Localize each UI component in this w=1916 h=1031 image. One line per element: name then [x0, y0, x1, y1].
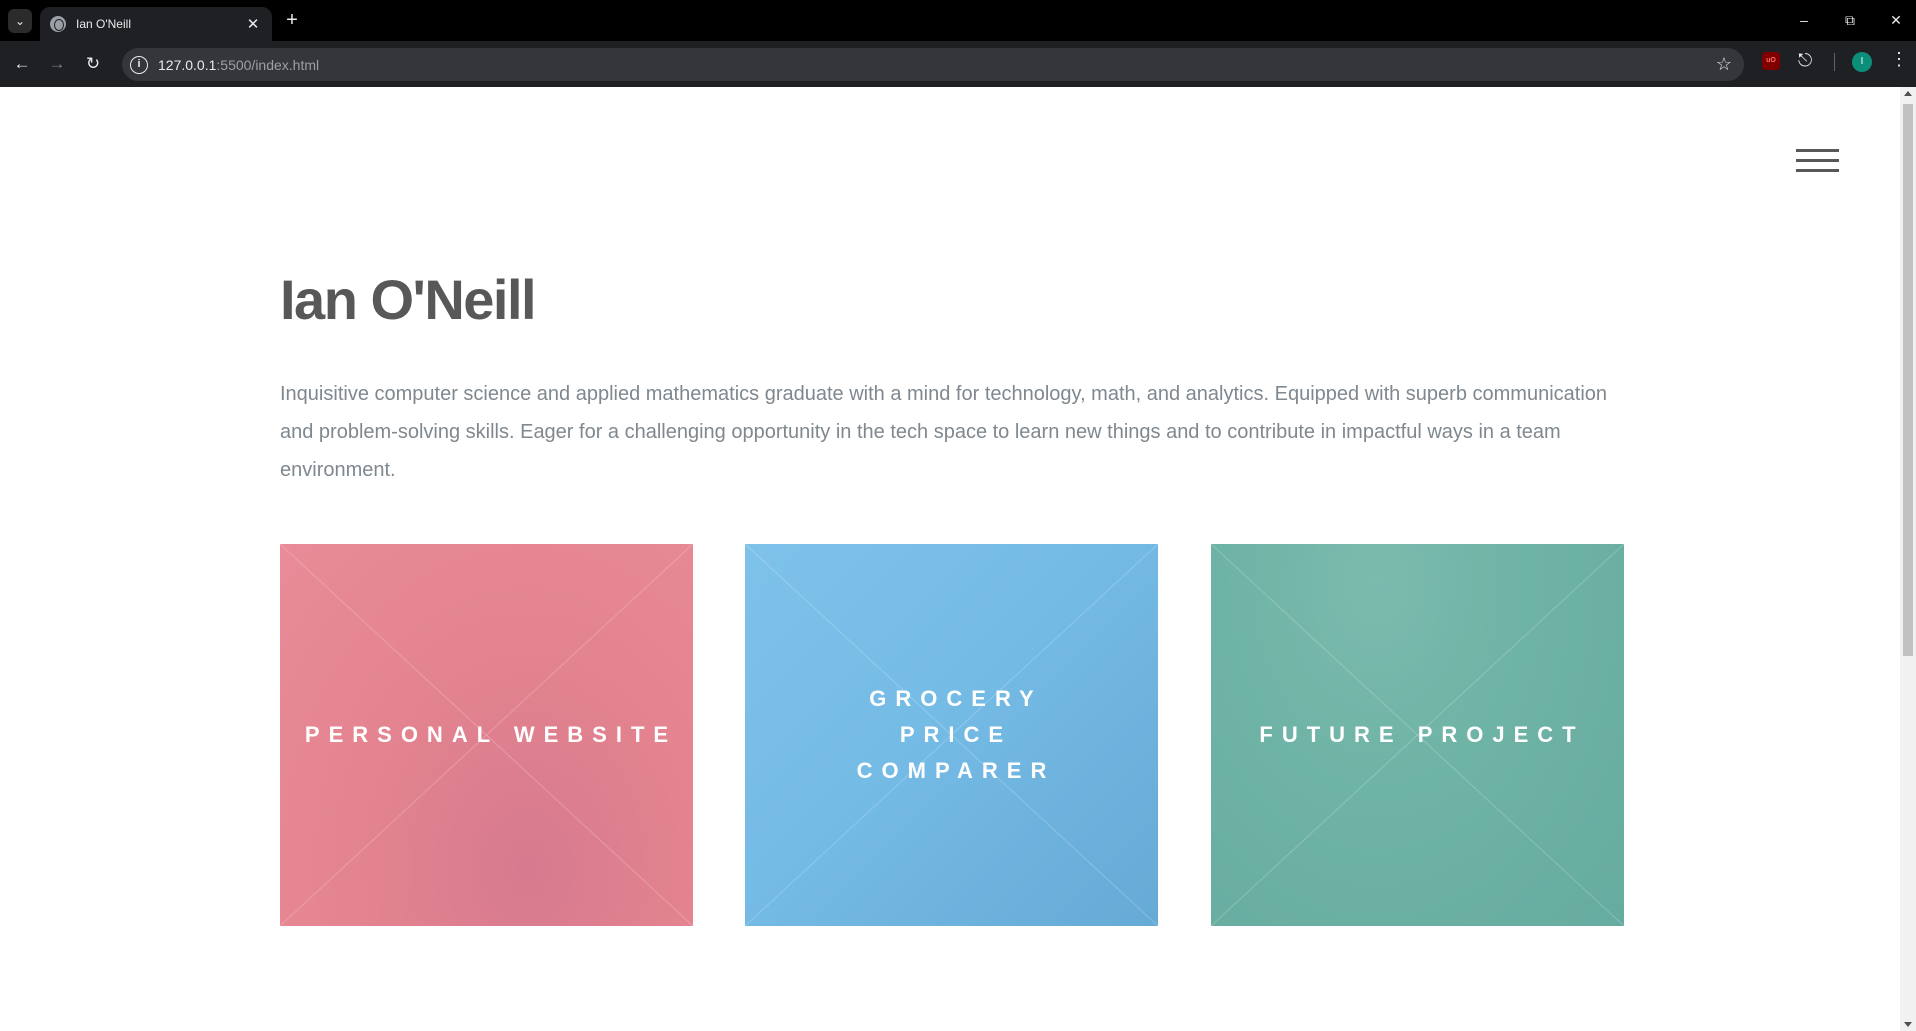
window-close-icon[interactable]: ✕ — [1884, 8, 1908, 32]
site-info-icon[interactable]: i — [130, 55, 148, 74]
tile-title: Grocery Price Comparer — [856, 686, 1056, 783]
address-bar[interactable]: i 127.0.0.1:5500/index.html ☆ — [122, 48, 1744, 81]
back-arrow-icon[interactable]: ← — [10, 52, 34, 76]
project-tile-future-project[interactable]: Future Project — [1211, 544, 1624, 926]
hamburger-line — [1796, 149, 1839, 152]
browser-tab-bar: ⌄ Ian O'Neill ✕ + – ⧉ ✕ — [0, 0, 1916, 41]
hamburger-line — [1796, 169, 1839, 172]
url-host: 127.0.0.1 — [158, 56, 217, 73]
browser-menu-dots-icon[interactable]: ⋮ — [1890, 49, 1908, 70]
url-text: 127.0.0.1:5500/index.html — [158, 57, 319, 73]
hamburger-menu-icon[interactable] — [1796, 149, 1839, 177]
restore-icon[interactable]: ⧉ — [1838, 8, 1862, 32]
page-title: Ian O'Neill — [280, 268, 537, 331]
project-tiles: Personal Website Grocery Price Comparer … — [280, 544, 1624, 926]
tile-title: Future Project — [1259, 722, 1585, 747]
tab-close-icon[interactable]: ✕ — [244, 15, 262, 33]
scroll-down-arrow-icon[interactable] — [1904, 1022, 1912, 1027]
bookmark-star-icon[interactable]: ☆ — [1716, 54, 1732, 75]
page-viewport: Ian O'Neill Inquisitive computer science… — [0, 87, 1916, 1031]
minimize-icon[interactable]: – — [1792, 8, 1816, 32]
tile-title: Personal Website — [304, 722, 678, 747]
browser-toolbar: ← → ↻ i 127.0.0.1:5500/index.html ☆ — [0, 41, 1916, 87]
tab-search-chevron-icon[interactable]: ⌄ — [8, 9, 32, 33]
project-tile-grocery-price-comparer[interactable]: Grocery Price Comparer — [745, 544, 1158, 926]
vertical-scrollbar[interactable] — [1900, 87, 1916, 1031]
hamburger-line — [1796, 159, 1839, 162]
reload-icon[interactable]: ↻ — [81, 52, 105, 76]
ublock-extension-icon[interactable]: uO — [1762, 52, 1780, 70]
browser-tab[interactable]: Ian O'Neill ✕ — [40, 7, 272, 41]
scrollbar-thumb[interactable] — [1903, 104, 1913, 656]
tab-title: Ian O'Neill — [76, 17, 131, 31]
extensions-puzzle-icon[interactable]: ⎋ — [1798, 50, 1812, 71]
globe-icon — [50, 16, 66, 32]
new-tab-button[interactable]: + — [280, 8, 304, 32]
bio-paragraph: Inquisitive computer science and applied… — [280, 383, 1608, 481]
scroll-up-arrow-icon[interactable] — [1904, 91, 1912, 96]
url-path: :5500/index.html — [216, 56, 320, 73]
toolbar-divider — [1834, 53, 1835, 71]
project-tile-personal-website[interactable]: Personal Website — [280, 544, 693, 926]
profile-avatar[interactable]: I — [1852, 52, 1872, 72]
forward-arrow-icon[interactable]: → — [45, 52, 69, 76]
